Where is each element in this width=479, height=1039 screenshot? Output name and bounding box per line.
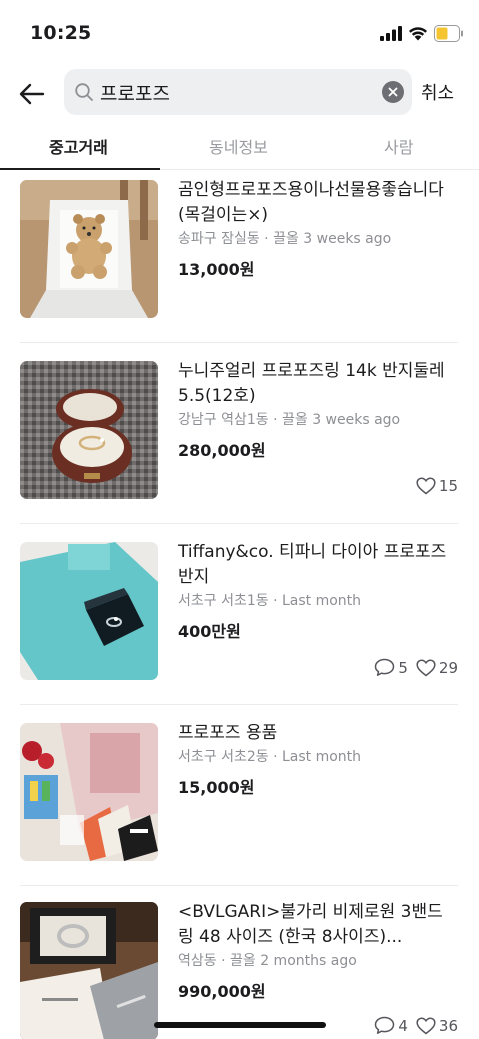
tab-bar: 중고거래 동네정보 사람 [0,124,479,170]
search-box[interactable] [64,69,412,115]
home-indicator[interactable] [154,1022,326,1028]
like-count: 29 [416,659,458,677]
item-price: 13,000원 [178,260,255,279]
search-icon [75,83,93,101]
like-count: 36 [416,1017,458,1035]
item-meta: 서초구 서초1동 · Last month [178,593,362,609]
status-bar: 10:25 [0,0,479,62]
list-item[interactable]: 누니주얼리 프로포즈링 14k 반지둘레 5.5(12호) 강남구 역삼1동 ·… [20,343,458,524]
search-input[interactable] [100,69,370,115]
heart-icon [416,1016,436,1034]
item-stats: 4 36 [374,1016,458,1035]
item-title: Tiffany&co. 티파니 다이아 프로포즈 반지 [178,542,447,587]
tab-used-goods[interactable]: 중고거래 [49,134,108,158]
like-count: 15 [416,477,458,495]
item-info: Tiffany&co. 티파니 다이아 프로포즈 반지 서초구 서초1동 · L… [178,540,458,642]
item-thumbnail [20,361,158,499]
chat-bubble-icon [375,1016,395,1034]
item-meta: 송파구 잠실동 · 끌올 3 weeks ago [178,231,392,247]
list-item[interactable]: <BVLGARI>불가리 비제로원 3밴드 링 48 사이즈 (한국 8사이즈)… [20,886,458,1039]
close-icon [388,87,398,97]
item-meta: 역삼동 · 끌올 2 months ago [178,953,357,969]
item-title: 곰인형프로포즈용이나선물용좋습니다(목걸이는×) [178,180,444,225]
search-header: 취소 [0,62,479,124]
ring-box-photo [20,361,158,499]
clear-search-button[interactable] [382,81,404,103]
item-stats: 15 [416,477,458,495]
item-meta: 서초구 서초2동 · Last month [178,749,362,765]
tab-neighborhood-info[interactable]: 동네정보 [209,134,268,158]
chat-count-value: 5 [398,658,408,677]
tab-people[interactable]: 사람 [384,134,413,158]
item-price: 400만원 [178,622,241,641]
item-thumbnail [20,723,158,861]
item-price: 990,000원 [178,982,266,1001]
chat-bubble-icon [375,658,395,676]
item-info: 프로포즈 용품 서초구 서초2동 · Last month 15,000원 [178,721,458,798]
chat-count: 5 [374,658,408,677]
proposal-kit-photo [20,723,158,861]
item-title: 프로포즈 용품 [178,723,278,743]
item-title: <BVLGARI>불가리 비제로원 3밴드 링 48 사이즈 (한국 8사이즈)… [178,902,443,947]
like-count-value: 15 [438,477,458,495]
teddy-bear-photo [20,180,158,318]
heart-icon [416,658,436,676]
item-stats: 5 29 [374,658,458,677]
back-button[interactable] [14,76,50,112]
item-info: 누니주얼리 프로포즈링 14k 반지둘레 5.5(12호) 강남구 역삼1동 ·… [178,359,458,461]
like-count-value: 36 [438,1016,458,1035]
list-item[interactable]: 프로포즈 용품 서초구 서초2동 · Last month 15,000원 [20,705,458,886]
list-item[interactable]: Tiffany&co. 티파니 다이아 프로포즈 반지 서초구 서초1동 · L… [20,524,458,705]
item-thumbnail [20,180,158,318]
search-results-list[interactable]: 곰인형프로포즈용이나선물용좋습니다(목걸이는×) 송파구 잠실동 · 끌올 3 … [0,170,479,1039]
battery-icon [434,25,463,42]
item-meta: 강남구 역삼1동 · 끌올 3 weeks ago [178,412,401,428]
item-info: <BVLGARI>불가리 비제로원 3밴드 링 48 사이즈 (한국 8사이즈)… [178,900,458,1002]
like-count-value: 29 [438,658,458,677]
bvlgari-box-photo [20,902,158,1039]
item-thumbnail [20,902,158,1039]
chat-count: 4 [374,1016,408,1035]
heart-icon [416,477,436,495]
item-price: 15,000원 [178,778,255,797]
cellular-signal-icon [380,26,402,41]
chat-count-value: 4 [398,1016,408,1035]
cancel-button[interactable]: 취소 [421,79,454,105]
item-thumbnail [20,542,158,680]
item-title: 누니주얼리 프로포즈링 14k 반지둘레 5.5(12호) [178,361,445,406]
tiffany-box-photo [20,542,158,680]
status-time: 10:25 [30,22,92,44]
item-price: 280,000원 [178,441,266,460]
arrow-left-icon [19,83,45,105]
list-item[interactable]: 곰인형프로포즈용이나선물용좋습니다(목걸이는×) 송파구 잠실동 · 끌올 3 … [20,170,458,343]
item-info: 곰인형프로포즈용이나선물용좋습니다(목걸이는×) 송파구 잠실동 · 끌올 3 … [178,178,458,280]
wifi-icon [409,27,427,41]
